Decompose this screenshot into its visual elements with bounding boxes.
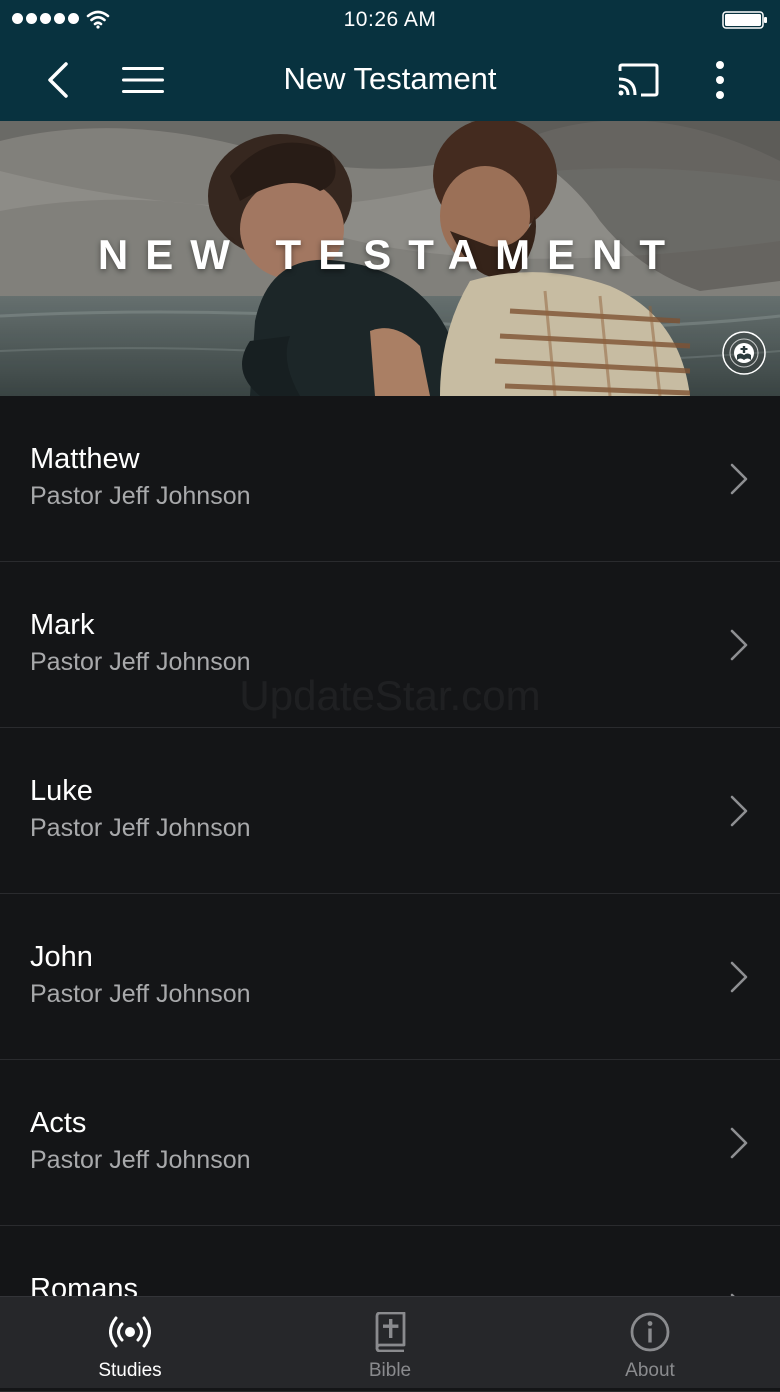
status-bar: 10:26 AM — [0, 0, 780, 40]
study-author: Pastor Jeff Johnson — [30, 482, 251, 510]
studies-list: Matthew Pastor Jeff Johnson Mark Pastor … — [0, 396, 780, 1392]
study-author: Pastor Jeff Johnson — [30, 980, 251, 1008]
study-title: Acts — [30, 1107, 87, 1139]
chevron-right-icon — [730, 629, 748, 661]
hamburger-menu-icon — [122, 67, 164, 93]
tab-bar: Studies Bible About — [0, 1296, 780, 1388]
back-button[interactable] — [36, 56, 80, 104]
hero-banner: NEW TESTAMENT — [0, 121, 780, 396]
bible-icon — [375, 1312, 406, 1352]
page-title: New Testament — [283, 61, 497, 96]
church-logo-icon — [722, 331, 766, 375]
battery-icon — [722, 11, 767, 29]
status-time: 10:26 AM — [343, 8, 437, 31]
cast-button[interactable] — [612, 56, 664, 104]
chevron-right-icon — [730, 1127, 748, 1159]
chevron-right-icon — [730, 463, 748, 495]
chevron-right-icon — [730, 795, 748, 827]
tab-bible[interactable]: Bible — [260, 1297, 520, 1388]
tab-studies[interactable]: Studies — [0, 1297, 260, 1388]
study-item-acts[interactable]: Acts Pastor Jeff Johnson — [0, 1060, 780, 1226]
study-author: Pastor Jeff Johnson — [30, 814, 251, 842]
info-icon — [630, 1312, 670, 1352]
tab-label: Studies — [98, 1360, 162, 1381]
study-item-matthew[interactable]: Matthew Pastor Jeff Johnson — [0, 396, 780, 562]
study-item-john[interactable]: John Pastor Jeff Johnson — [0, 894, 780, 1060]
more-options-button[interactable] — [700, 56, 740, 104]
study-author: Pastor Jeff Johnson — [30, 648, 251, 676]
tab-label: About — [625, 1360, 675, 1381]
broadcast-icon — [109, 1316, 151, 1348]
navigation-bar: New Testament — [0, 40, 780, 121]
study-title: John — [30, 941, 93, 973]
study-item-luke[interactable]: Luke Pastor Jeff Johnson — [0, 728, 780, 894]
hero-title: NEW TESTAMENT — [97, 231, 683, 278]
study-title: Mark — [30, 609, 95, 641]
more-vertical-icon — [716, 61, 724, 99]
tab-about[interactable]: About — [520, 1297, 780, 1388]
study-item-mark[interactable]: Mark Pastor Jeff Johnson — [0, 562, 780, 728]
study-title: Luke — [30, 775, 93, 807]
cast-icon — [618, 63, 659, 97]
study-title: Matthew — [30, 443, 140, 475]
menu-button[interactable] — [118, 56, 168, 104]
back-arrow-icon — [48, 62, 68, 98]
study-author: Pastor Jeff Johnson — [30, 1146, 251, 1174]
chevron-right-icon — [730, 961, 748, 993]
tab-label: Bible — [368, 1360, 412, 1381]
